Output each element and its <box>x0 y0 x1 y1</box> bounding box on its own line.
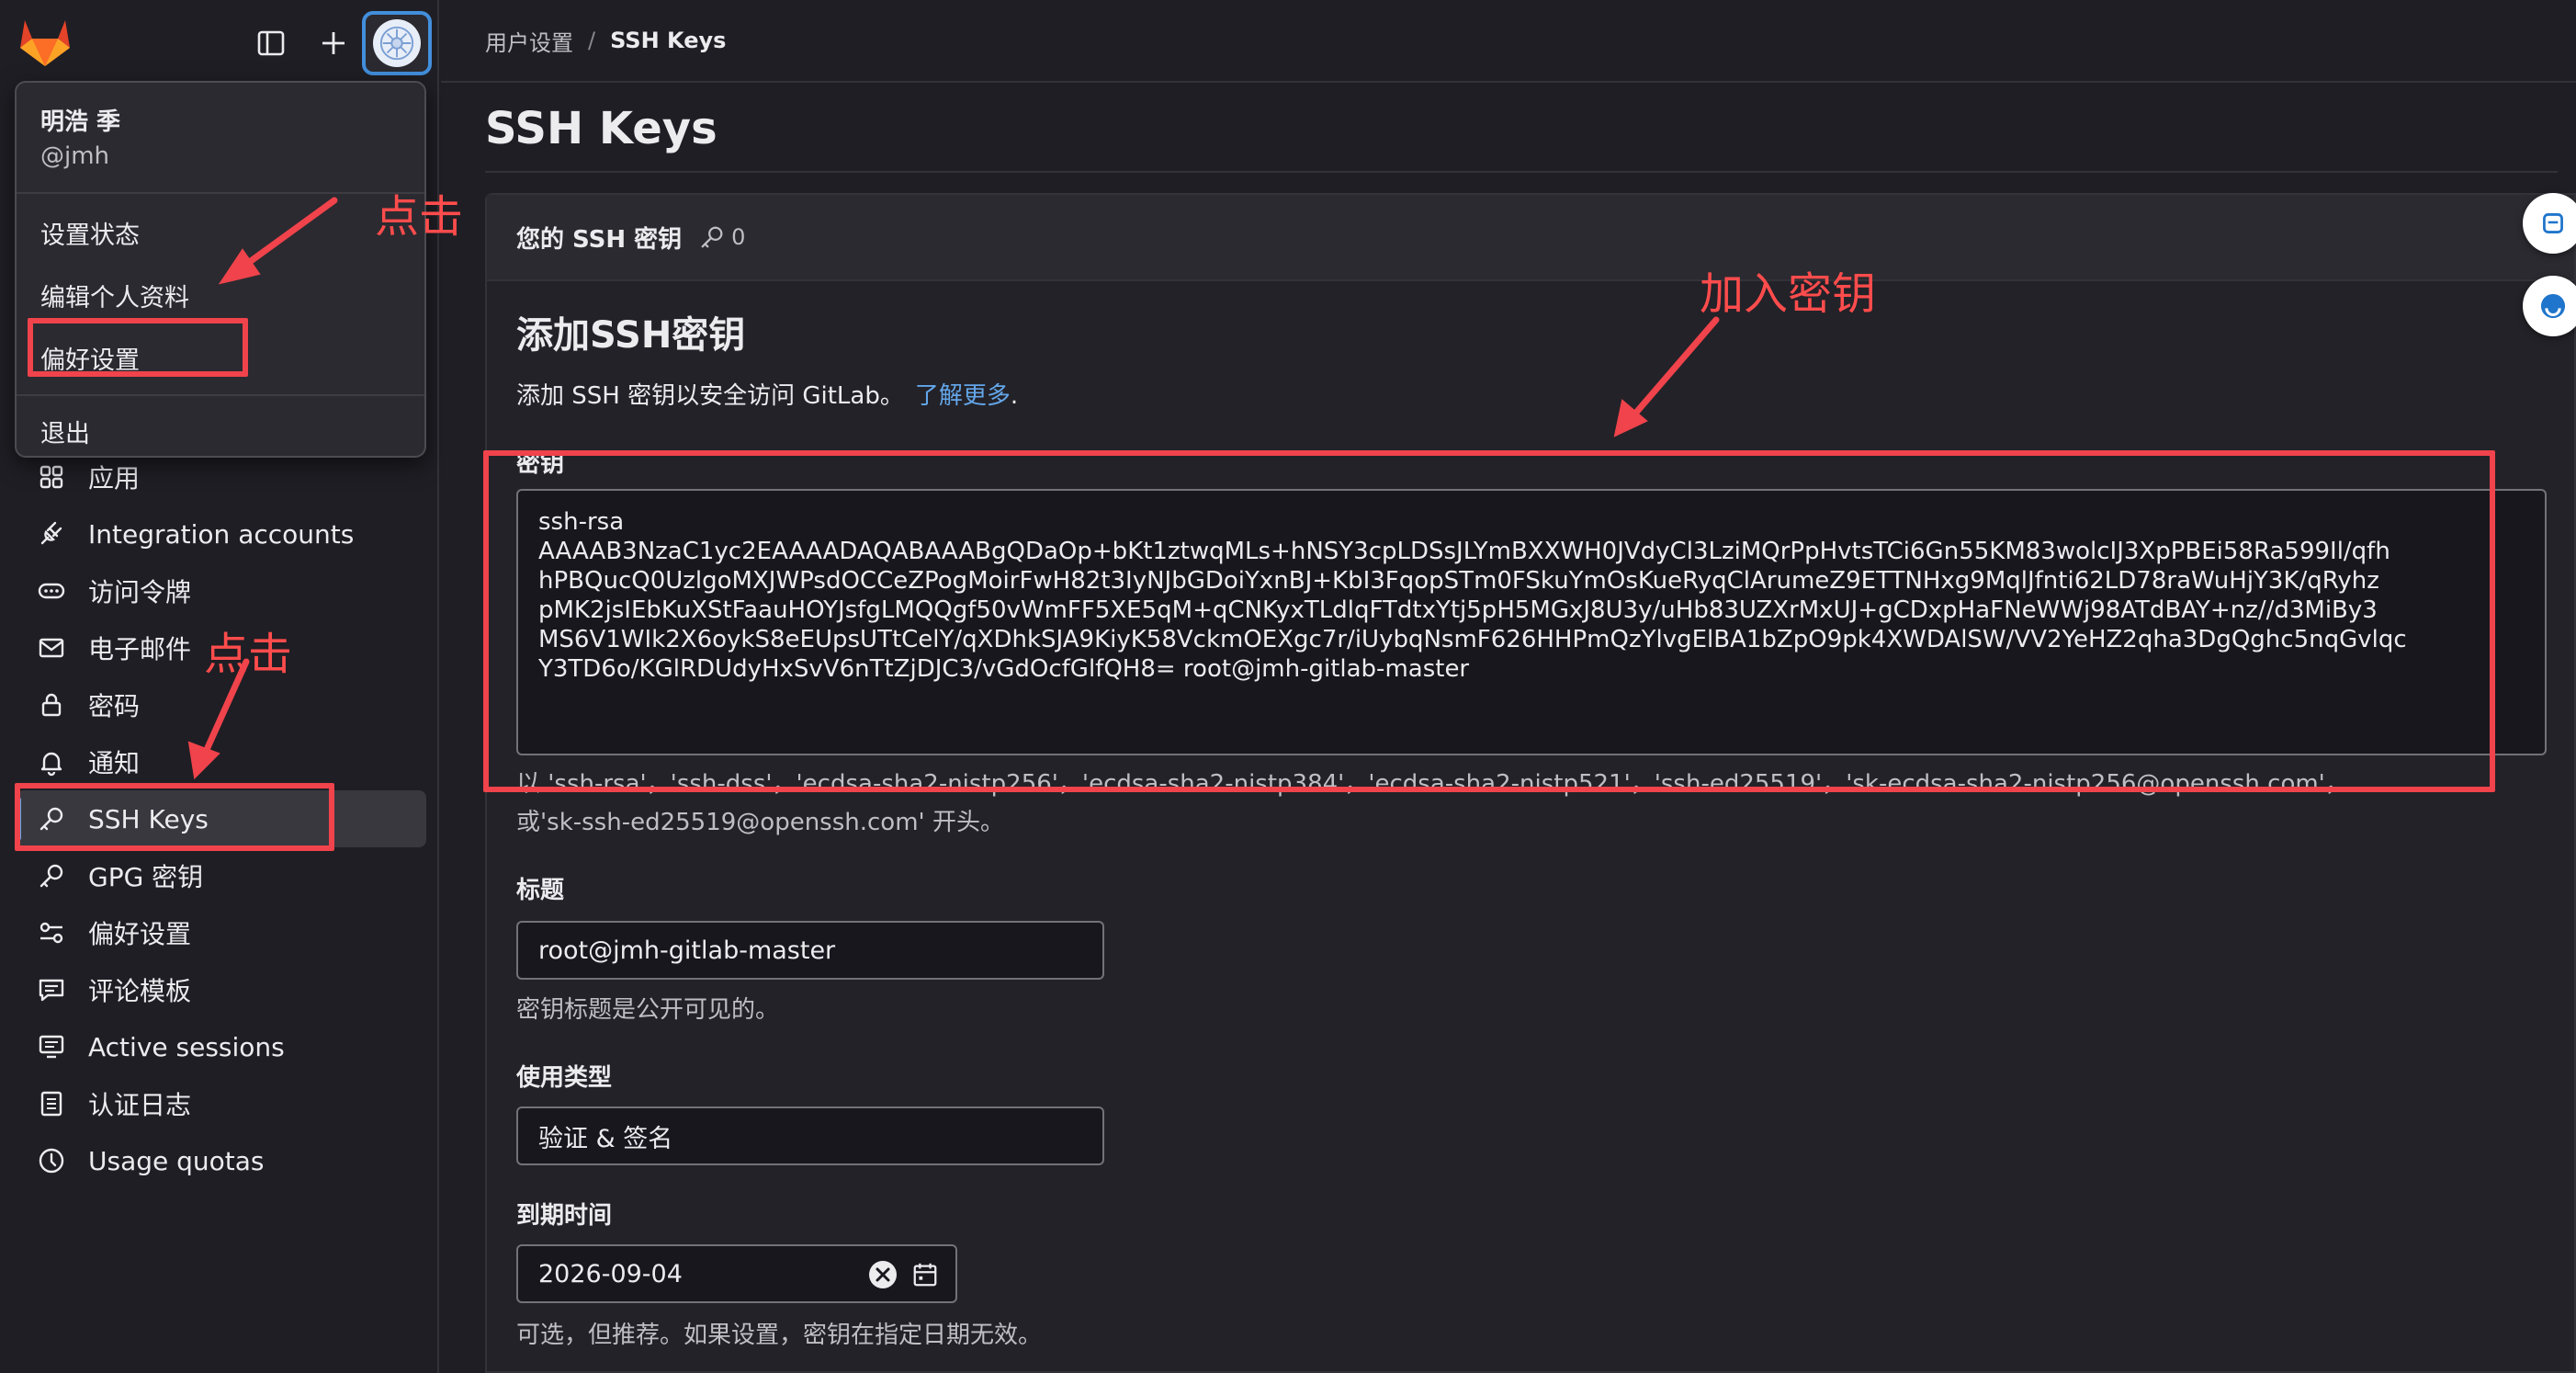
expiry-date-value: 2026-09-04 <box>538 1259 683 1288</box>
annotation-add-key: 加入密钥 <box>1700 268 1877 320</box>
sidebar-item-integration-accounts[interactable]: Integration accounts <box>17 505 426 562</box>
sidebar-item-label: 通知 <box>88 748 141 778</box>
sidebar-panel-icon <box>257 30 285 56</box>
bell-icon <box>33 743 70 780</box>
user-info: 明浩 季 @jmh <box>17 83 424 194</box>
floating-help-button[interactable] <box>2523 276 2576 336</box>
sidebar-item-label: 访问令牌 <box>88 577 192 607</box>
sidebar-item-notifications[interactable]: 通知 <box>17 733 426 790</box>
edit-profile-item[interactable]: 编辑个人资料 <box>17 264 424 326</box>
user-username: @jmh <box>40 142 110 170</box>
plug-icon <box>33 516 70 552</box>
sidebar-item-label: 评论模板 <box>88 976 192 1006</box>
sidebar-item-label: 偏好设置 <box>88 919 192 949</box>
key-count-badge: 0 <box>731 224 746 250</box>
sign-out-item[interactable]: 退出 <box>17 396 424 466</box>
sidebar-item-label: 密码 <box>88 691 141 721</box>
sidebar-item-label: 认证日志 <box>88 1090 192 1120</box>
sidebar-top <box>0 0 439 83</box>
highlight-key-textarea <box>483 450 2495 792</box>
breadcrumb: 用户设置 / SSH Keys <box>441 0 2576 83</box>
panel-title: 您的 SSH 密钥 <box>516 225 683 254</box>
title-label: 标题 <box>516 877 565 904</box>
preferences-icon <box>33 914 70 951</box>
form-description-text: 添加 SSH 密钥以安全访问 GitLab。 <box>516 382 904 410</box>
log-icon <box>33 1085 70 1122</box>
monitor-icon <box>33 1028 70 1065</box>
divider <box>485 171 2558 173</box>
sidebar-item-active-sessions[interactable]: Active sessions <box>17 1018 426 1075</box>
lock-icon <box>33 686 70 723</box>
expiry-date-input[interactable]: 2026-09-04 <box>516 1244 957 1303</box>
annotation-click-2: 点击 <box>204 629 293 680</box>
sidebar-item-label: Integration accounts <box>88 518 355 550</box>
avatar <box>373 19 421 67</box>
sidebar-item-usage-quotas[interactable]: Usage quotas <box>17 1132 426 1189</box>
quota-icon <box>33 1142 70 1179</box>
sidebar-item-comment-templates[interactable]: 评论模板 <box>17 961 426 1018</box>
key-help-text-2: 或'sk-ssh-ed25519@openssh.com' 开头。 <box>516 809 1004 836</box>
form-description: 添加 SSH 密钥以安全访问 GitLab。 了解更多. <box>516 377 2547 411</box>
user-dropdown-menu: 明浩 季 @jmh 设置状态 编辑个人资料 偏好设置 退出 <box>15 81 426 458</box>
form-title: 添加SSH密钥 <box>516 314 746 357</box>
toggle-sidebar-button[interactable] <box>248 20 294 66</box>
token-icon <box>33 573 70 609</box>
sidebar-item-label: Usage quotas <box>88 1145 265 1176</box>
chatbot-icon <box>2543 213 2563 233</box>
sidebar-item-access-tokens[interactable]: 访问令牌 <box>17 562 426 619</box>
title-input-value: root@jmh-gitlab-master <box>538 936 836 965</box>
add-ssh-key-form: 添加SSH密钥 添加 SSH 密钥以安全访问 GitLab。 了解更多. 密钥 s… <box>516 305 2547 1349</box>
sidebar-item-label: 电子邮件 <box>88 634 192 664</box>
expiry-help-text: 可选，但推荐。如果设置，密钥在指定日期无效。 <box>516 1322 1043 1349</box>
breadcrumb-current[interactable]: SSH Keys <box>610 28 726 53</box>
highlight-preferences-item <box>28 318 248 377</box>
usage-type-select[interactable]: 验证 & 签名 <box>516 1106 1104 1165</box>
key-icon <box>33 857 70 894</box>
sidebar: 应用 Integration accounts 访问令牌 电子邮件 密码 通知 … <box>0 0 439 1373</box>
panel-header: 您的 SSH 密钥 0 <box>487 195 2574 281</box>
plus-icon <box>322 32 345 54</box>
mail-icon <box>33 630 70 666</box>
form-description-period: . <box>1010 382 1019 410</box>
gitlab-logo[interactable] <box>17 15 73 68</box>
learn-more-link[interactable]: 了解更多 <box>915 382 1011 410</box>
sidebar-item-label: Active sessions <box>88 1031 285 1062</box>
sidebar-item-password[interactable]: 密码 <box>17 676 426 733</box>
sidebar-item-gpg-keys[interactable]: GPG 密钥 <box>17 847 426 904</box>
create-new-button[interactable] <box>311 20 356 66</box>
usage-type-value: 验证 & 签名 <box>538 1124 673 1153</box>
expiry-label: 到期时间 <box>516 1202 613 1230</box>
usage-type-label: 使用类型 <box>516 1064 613 1092</box>
avatar-pattern-icon <box>379 26 414 61</box>
help-chat-icon <box>2540 293 2566 319</box>
page-title: SSH Keys <box>485 103 717 154</box>
sidebar-item-auth-log[interactable]: 认证日志 <box>17 1075 426 1132</box>
annotation-click-1: 点击 <box>375 191 464 243</box>
sidebar-item-preferences[interactable]: 偏好设置 <box>17 904 426 961</box>
key-icon <box>701 226 723 248</box>
title-help-text: 密钥标题是公开可见的。 <box>516 996 780 1024</box>
title-input[interactable]: root@jmh-gitlab-master <box>516 921 1104 980</box>
user-display-name: 明浩 季 <box>40 108 121 136</box>
user-avatar-button[interactable] <box>362 11 432 75</box>
highlight-ssh-keys-item <box>15 783 334 851</box>
breadcrumb-separator: / <box>588 28 596 53</box>
breadcrumb-user-settings[interactable]: 用户设置 <box>485 25 573 57</box>
clear-date-icon[interactable] <box>867 1259 898 1297</box>
set-status-item[interactable]: 设置状态 <box>17 201 424 264</box>
floating-widget-button[interactable] <box>2523 193 2576 254</box>
calendar-icon[interactable] <box>911 1261 939 1295</box>
comment-icon <box>33 971 70 1008</box>
sidebar-item-label: GPG 密钥 <box>88 862 204 892</box>
